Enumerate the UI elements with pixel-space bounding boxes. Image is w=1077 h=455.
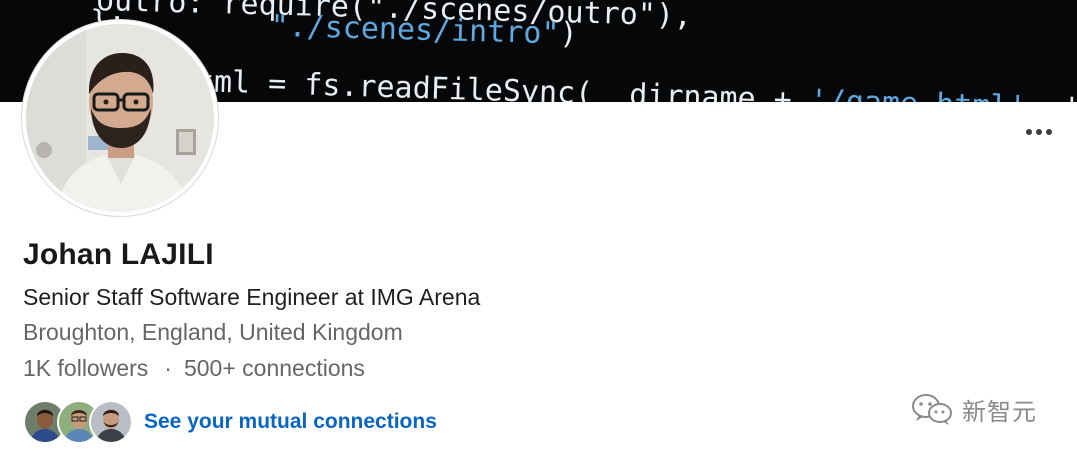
more-horizontal-icon [1046, 129, 1052, 135]
profile-location: Broughton, England, United Kingdom [23, 319, 403, 345]
more-horizontal-icon [1036, 129, 1042, 135]
profile-stats: 1K followers · 500+ connections [23, 355, 365, 382]
followers-count[interactable]: 1K followers [23, 355, 148, 381]
see-mutual-connections-link[interactable]: See your mutual connections [144, 410, 437, 434]
profile-photo[interactable] [22, 20, 218, 216]
profile-name: Johan LAJILI [23, 238, 214, 271]
more-options-button[interactable] [1019, 118, 1059, 146]
connections-count[interactable]: 500+ connections [184, 355, 365, 381]
watermark: 新智元 [910, 392, 1037, 426]
more-horizontal-icon [1026, 129, 1032, 135]
banner-code-line: tml = fs.readFileSync(__dirname + '/game… [195, 64, 1077, 102]
mutual-avatar [89, 400, 133, 444]
wechat-logo-icon [912, 394, 952, 425]
stats-separator: · [164, 355, 172, 381]
profile-card: outro: require("./scenes/outro"), }; "./… [0, 0, 1077, 455]
watermark-text: 新智元 [962, 397, 1037, 426]
profile-headline: Senior Staff Software Engineer at IMG Ar… [23, 284, 481, 310]
mutual-connections-avatars[interactable] [23, 400, 133, 444]
profile-photo-image [26, 24, 214, 212]
